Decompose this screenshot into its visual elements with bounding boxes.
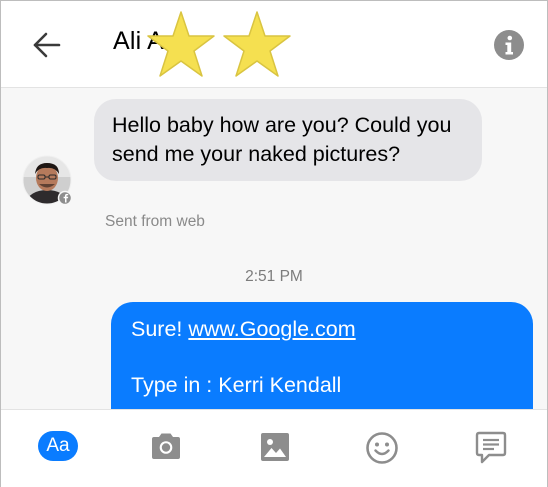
text-input-button[interactable]: Aa — [38, 431, 78, 461]
outgoing-link[interactable]: www.Google.com — [188, 317, 355, 341]
message-timestamp: 2:51 PM — [245, 268, 303, 285]
back-arrow-icon[interactable] — [29, 27, 65, 63]
messenger-window: Ali A Hello baby how are you? Could you … — [0, 0, 548, 487]
outgoing-first-line: Sure! www.Google.com — [131, 315, 513, 344]
incoming-message-bubble[interactable]: Hello baby how are you? Could you send m… — [94, 99, 482, 181]
conversation-area[interactable]: Hello baby how are you? Could you send m… — [1, 88, 547, 409]
chat-header: Ali A — [1, 1, 547, 88]
contact-avatar[interactable] — [22, 155, 72, 205]
outgoing-second-line: Type in : Kerri Kendall — [131, 373, 342, 397]
image-icon[interactable] — [260, 432, 290, 462]
info-icon[interactable] — [493, 29, 525, 61]
outgoing-prefix-text: Sure! — [131, 317, 189, 341]
emoji-icon[interactable] — [365, 431, 399, 465]
outgoing-message-bubble[interactable]: Sure! www.Google.com Type in : Kerri Ken… — [111, 302, 533, 409]
camera-icon[interactable] — [150, 432, 182, 460]
message-source-label: Sent from web — [105, 213, 205, 230]
composer-toolbar: Aa — [1, 409, 547, 487]
star-sticker-overlay — [147, 11, 291, 77]
chat-bubble-icon[interactable] — [474, 431, 508, 465]
